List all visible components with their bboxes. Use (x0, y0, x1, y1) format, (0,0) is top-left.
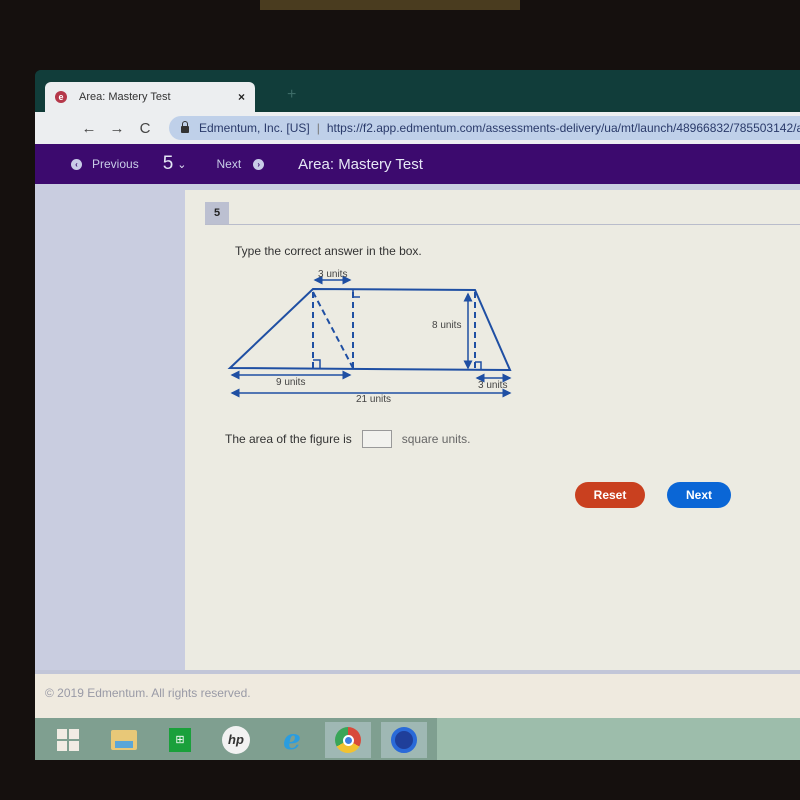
hp-button[interactable]: hp (213, 722, 259, 758)
reload-icon[interactable]: C (131, 120, 159, 137)
browser-tab[interactable]: e Area: Mastery Test × (45, 82, 255, 112)
forward-arrow-icon[interactable]: → (103, 120, 131, 137)
site-identity: Edmentum, Inc. [US] (199, 121, 310, 135)
height-label: 8 units (432, 320, 461, 331)
total-base-label: 21 units (356, 394, 391, 405)
tab-title: Area: Mastery Test (79, 91, 171, 103)
chrome-button[interactable] (325, 722, 371, 758)
address-separator: | (316, 121, 320, 135)
screen: e Area: Mastery Test × + ← → C Edmentum,… (35, 70, 800, 760)
chevron-down-icon: ⌄ (177, 158, 187, 171)
question-selector[interactable]: 5 ⌄ (163, 153, 187, 175)
diagonal-dashed (312, 291, 354, 369)
right-angle-mark (352, 290, 360, 298)
previous-label: Previous (92, 157, 139, 171)
url-text[interactable]: https://f2.app.edmentum.com/assessments-… (327, 121, 800, 135)
right-angle-mark (313, 359, 321, 368)
close-tab-icon[interactable]: × (238, 90, 245, 104)
copyright-text: © 2019 Edmentum. All rights reserved. (45, 686, 251, 700)
left-base-label: 9 units (276, 377, 305, 388)
folder-icon (111, 730, 137, 750)
new-tab-button[interactable]: + (287, 86, 296, 104)
answer-input[interactable] (361, 430, 392, 448)
question-divider (205, 224, 800, 225)
previous-button[interactable]: ‹ Previous (71, 157, 139, 171)
monitor-bezel: e Area: Mastery Test × + ← → C Edmentum,… (0, 0, 800, 800)
next-circle-icon: › (253, 158, 265, 170)
taskbar-empty-area (437, 718, 800, 760)
answer-prefix: The area of the figure is (225, 432, 352, 446)
sync-icon (391, 727, 417, 753)
next-nav-label: Next (216, 157, 242, 171)
question-number: 5 (162, 153, 174, 174)
internet-explorer-icon: e (283, 723, 301, 756)
top-label: 3 units (318, 269, 347, 280)
answer-suffix: square units. (401, 432, 471, 446)
previous-circle-icon: ‹ (71, 158, 82, 170)
sync-app-button[interactable] (381, 722, 427, 758)
question-card: 5 Type the correct answer in the box. 3 … (185, 190, 800, 676)
page-body: 5 Type the correct answer in the box. 3 … (35, 184, 800, 744)
next-button[interactable]: Next (667, 482, 731, 508)
windows-logo-icon (57, 729, 79, 751)
internet-explorer-button[interactable]: e (269, 722, 315, 758)
start-button[interactable] (45, 722, 91, 758)
browser-toolbar: ← → C Edmentum, Inc. [US] | https://f2.a… (35, 112, 800, 144)
back-arrow-icon[interactable]: ← (75, 120, 103, 137)
windows-taskbar: ⊞ hp e (35, 718, 800, 760)
right-base-label: 3 units (478, 380, 507, 391)
trapezoid-figure: 3 units 8 units 9 units 3 units 21 units (227, 269, 512, 405)
assessment-title: Area: Mastery Test (298, 155, 423, 173)
question-number-badge: 5 (205, 202, 229, 224)
hp-logo-icon: hp (222, 726, 250, 754)
reset-button[interactable]: Reset (575, 482, 645, 508)
edmentum-favicon-icon: e (55, 91, 67, 103)
answer-row: The area of the figure is square units. (225, 430, 470, 448)
question-prompt: Type the correct answer in the box. (235, 244, 422, 258)
tab-strip: e Area: Mastery Test × + (35, 70, 800, 112)
lock-icon (181, 120, 189, 133)
store-icon: ⊞ (169, 728, 191, 752)
next-nav-button[interactable]: Next › (216, 157, 265, 171)
background-glow (260, 0, 520, 10)
assessment-nav-bar: ‹ Previous 5 ⌄ Next › Area: Mastery Test (35, 144, 800, 184)
address-bar[interactable]: Edmentum, Inc. [US] | https://f2.app.edm… (169, 116, 800, 140)
file-explorer-button[interactable] (101, 722, 147, 758)
store-button[interactable]: ⊞ (157, 722, 203, 758)
chrome-icon (335, 727, 361, 753)
